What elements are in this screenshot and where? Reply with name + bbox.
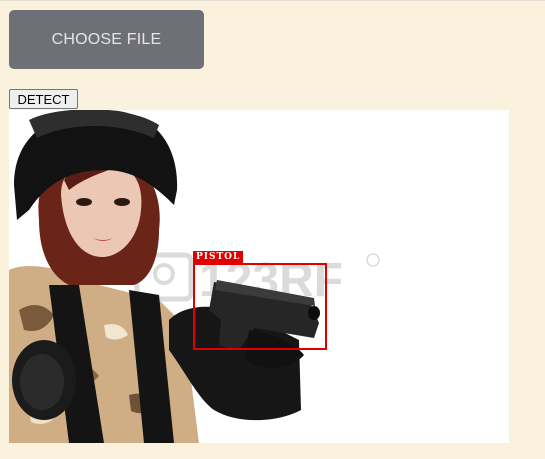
detection-label-pistol: PISTOL xyxy=(193,251,244,263)
top-divider xyxy=(0,0,545,1)
detection-result-image: 123RF PISTOL xyxy=(9,110,509,443)
detection-bounding-box xyxy=(193,263,327,350)
detect-button[interactable]: DETECT xyxy=(9,89,78,109)
choose-file-button[interactable]: CHOOSE FILE xyxy=(9,10,204,69)
